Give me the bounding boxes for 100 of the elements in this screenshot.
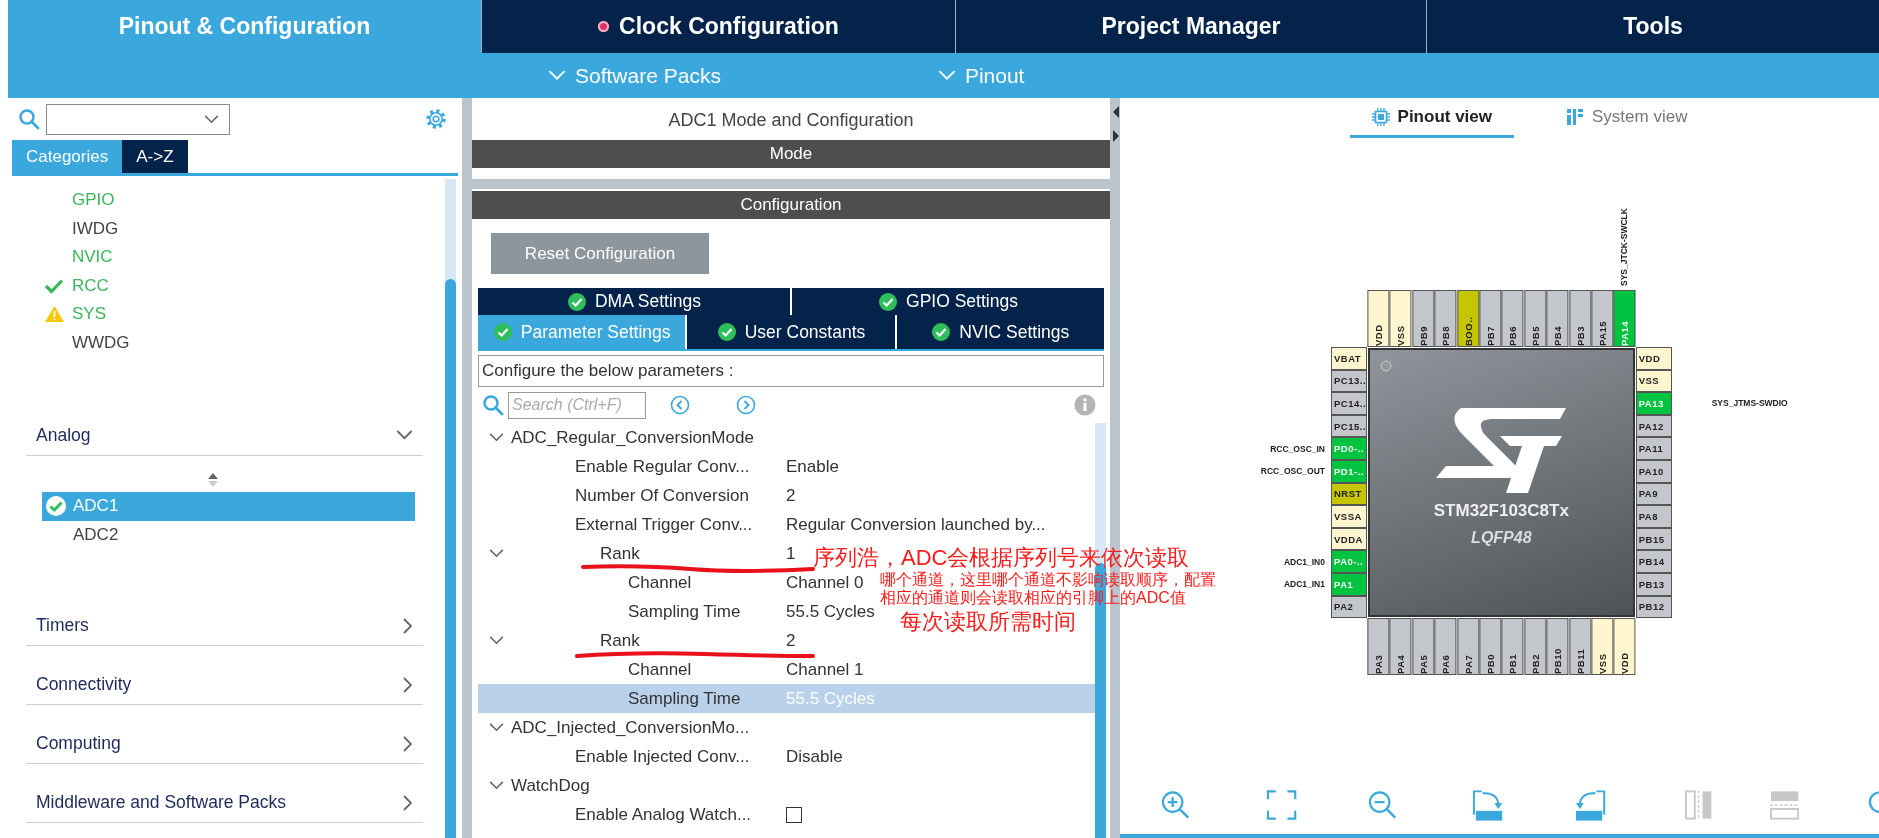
peripheral-item[interactable]: IWDG xyxy=(72,218,119,239)
parameter-row[interactable]: Rank 1 xyxy=(478,539,796,568)
search-icon[interactable] xyxy=(482,394,504,416)
parameter-row[interactable]: Channel Channel 1 xyxy=(478,655,864,684)
pin[interactable]: PB12 xyxy=(1635,595,1672,619)
pin[interactable]: VBAT xyxy=(1331,347,1367,370)
parameter-value: 2 xyxy=(786,630,796,651)
pin[interactable]: PC14.. xyxy=(1331,392,1367,415)
view-tab[interactable]: System view xyxy=(1544,104,1710,138)
pin[interactable]: PA5 xyxy=(1411,618,1435,676)
package-name: LQFP48 xyxy=(1471,529,1532,547)
parameter-label: Rank xyxy=(600,630,640,651)
pin[interactable]: PA2 xyxy=(1331,595,1367,619)
checkbox[interactable] xyxy=(786,806,802,823)
settings-tab[interactable]: User Constants xyxy=(687,315,897,349)
parameter-label: Sampling Time xyxy=(628,688,741,709)
next-icon[interactable] xyxy=(736,395,756,415)
pin[interactable]: PB10 xyxy=(1546,618,1569,676)
pin[interactable]: PB7 xyxy=(1478,290,1502,347)
rotate-left-icon[interactable] xyxy=(1573,789,1607,821)
parameter-label: Channel xyxy=(628,572,692,593)
parameter-label: WatchDog xyxy=(511,775,590,796)
pin[interactable]: PB5 xyxy=(1523,290,1547,347)
parameter-row[interactable]: Enable Analog Watch... xyxy=(478,800,802,829)
pin[interactable]: PA8 xyxy=(1635,505,1672,528)
pin[interactable]: VSSA xyxy=(1331,505,1367,528)
pin[interactable]: PB15 xyxy=(1635,527,1672,551)
pin[interactable]: PA10 xyxy=(1635,459,1672,483)
pin[interactable]: PB13 xyxy=(1635,572,1672,596)
pin[interactable]: NRST xyxy=(1331,482,1367,506)
peripheral-item[interactable]: WWDG xyxy=(72,332,130,353)
pin[interactable]: VSS xyxy=(1635,369,1672,393)
pin[interactable]: PB2 xyxy=(1523,618,1547,676)
sort-icon[interactable] xyxy=(207,472,219,488)
parameter-row[interactable]: Rank 2 xyxy=(478,626,796,655)
parameter-label: Number Of Conversion xyxy=(575,485,749,506)
dropdown-field[interactable] xyxy=(46,103,230,135)
pin[interactable]: VDD xyxy=(1613,618,1636,676)
peripheral-label: ADC1 xyxy=(73,496,119,517)
signal-label: SYS_JTCK-SWCLK xyxy=(1618,207,1631,288)
settings-icon[interactable] xyxy=(424,107,448,131)
pin[interactable]: BOO.. xyxy=(1456,290,1479,347)
pin[interactable]: PB11 xyxy=(1568,618,1591,676)
check-icon xyxy=(44,277,64,294)
parameter-row[interactable]: Sampling Time 55.5 Cycles xyxy=(478,597,875,626)
settings-tab[interactable]: DMA Settings xyxy=(478,288,792,315)
parameter-row[interactable]: External Trigger Conv... Regular Conversion launched by... xyxy=(478,510,1046,539)
parameter-row[interactable]: ADC_Injected_ConversionMo... xyxy=(478,713,786,742)
pin[interactable]: VDD xyxy=(1367,290,1390,347)
pin[interactable]: VDDA xyxy=(1331,527,1367,551)
pin[interactable]: PB4 xyxy=(1546,290,1569,347)
pin[interactable]: PA12 xyxy=(1635,414,1672,438)
category-header[interactable]: Computing xyxy=(26,724,423,764)
pin[interactable]: PB8 xyxy=(1434,290,1457,347)
peripheral-row[interactable]: ADC2 xyxy=(42,520,415,549)
pin[interactable]: VSS xyxy=(1590,618,1614,676)
split-vertical-icon[interactable] xyxy=(1684,790,1713,820)
pin[interactable]: PA7 xyxy=(1456,618,1479,676)
fit-screen-icon[interactable] xyxy=(1266,789,1298,821)
view-tab[interactable]: Pinout view xyxy=(1349,104,1514,138)
pin[interactable]: VSS xyxy=(1389,290,1412,347)
pin[interactable]: PC13.. xyxy=(1331,369,1367,393)
pin[interactable]: PA15 xyxy=(1590,290,1614,347)
scrollbar[interactable] xyxy=(445,179,456,838)
settings-tab[interactable]: GPIO Settings xyxy=(792,288,1104,315)
parameter-row[interactable]: ADC_Regular_ConversionMode xyxy=(478,423,786,452)
search-icon[interactable] xyxy=(18,108,40,130)
view-tab[interactable]: A->Z xyxy=(122,140,188,173)
parameter-row[interactable]: Channel Channel 0 xyxy=(478,568,864,597)
pin[interactable]: PC15.. xyxy=(1331,414,1367,438)
pin[interactable]: PB3 xyxy=(1568,290,1591,347)
parameter-row[interactable]: Enable Regular Conv... Enable xyxy=(478,452,839,481)
zoom-out-icon[interactable] xyxy=(1367,789,1399,821)
pin[interactable]: PB6 xyxy=(1501,290,1524,347)
pin[interactable]: PA4 xyxy=(1389,618,1412,676)
parameter-row[interactable]: Number Of Conversion 2 xyxy=(478,481,796,510)
parameter-row[interactable]: WatchDog xyxy=(478,771,786,800)
category-label: Timers xyxy=(36,615,89,636)
category-header[interactable]: Timers xyxy=(26,606,423,646)
category-header[interactable]: Middleware and Software Packs xyxy=(26,783,423,823)
pin[interactable]: PB0 xyxy=(1478,618,1502,676)
split-horizontal-icon[interactable] xyxy=(1770,790,1800,820)
category-header[interactable]: Connectivity xyxy=(26,665,423,705)
pin[interactable]: PA3 xyxy=(1367,618,1390,676)
pin[interactable]: PA9 xyxy=(1635,482,1672,506)
search-field[interactable]: Search (Ctrl+F) xyxy=(508,391,646,419)
signal-label: RCC_OSC_OUT xyxy=(1259,465,1326,479)
pin[interactable]: PB14 xyxy=(1635,550,1672,573)
settings-tab[interactable]: NVIC Settings xyxy=(896,315,1104,349)
zoom-in-icon[interactable] xyxy=(1160,789,1192,821)
pin[interactable]: PB9 xyxy=(1411,290,1435,347)
category-header[interactable]: Analog xyxy=(26,416,423,456)
previous-icon[interactable] xyxy=(670,395,690,415)
info-icon[interactable] xyxy=(1074,394,1096,416)
pin[interactable]: PA6 xyxy=(1434,618,1457,676)
pin[interactable]: PA11 xyxy=(1635,437,1672,460)
pin[interactable]: PB1 xyxy=(1501,618,1524,676)
rotate-right-icon[interactable] xyxy=(1470,789,1504,821)
parameter-row[interactable]: Enable Injected Conv... Disable xyxy=(478,742,843,771)
pin[interactable]: VDD xyxy=(1635,347,1672,370)
